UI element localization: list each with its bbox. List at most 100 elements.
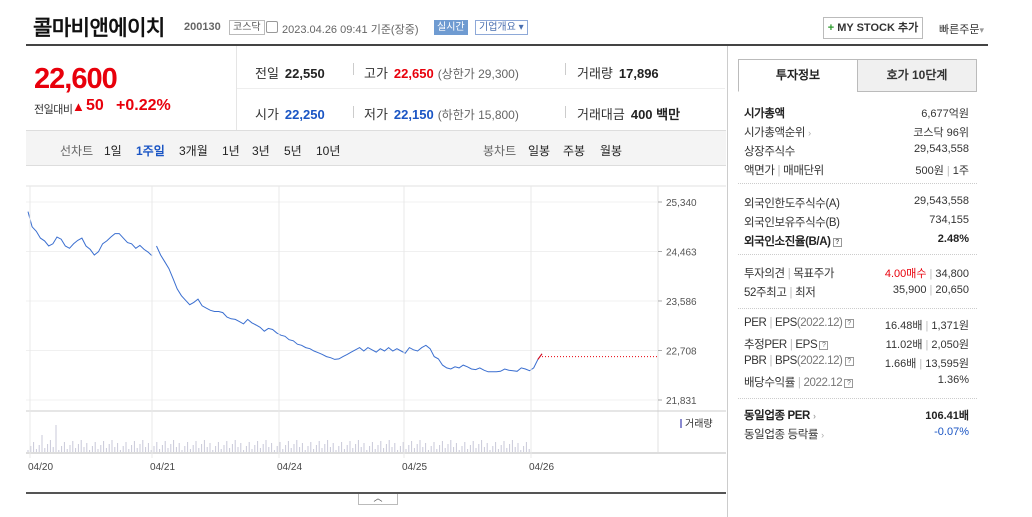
help-icon[interactable]: ? [844, 319, 854, 328]
est-eps-label: EPS [795, 339, 818, 351]
chevron-right-icon: › [821, 430, 824, 440]
chevron-down-icon: ▾ [979, 25, 985, 35]
per-value: 16.48배 [884, 320, 923, 332]
eps-value: 1,371원 [931, 320, 969, 332]
opinion-section: 투자의견 | 목표주가 4.00매수 | 34,800 52주최고 | 최저 35,900 |… [738, 263, 977, 305]
w52-value: 35,900 | 20,650 [892, 284, 969, 296]
divider [565, 63, 566, 75]
industry-rate-value: -0.07% [934, 426, 969, 438]
diff-label: 전일대비 [34, 104, 73, 116]
cap-rank-label: 시가총액순위 [744, 127, 806, 139]
tab-daily[interactable]: 일봉 [528, 142, 550, 159]
tab-1week[interactable]: 1주일 [136, 142, 165, 159]
industry-per-label: 동일업종 PER [744, 410, 810, 422]
per-row: PER | EPS(2022.12)? 16.48배 | 1,371원 [744, 317, 977, 335]
realtime-button[interactable]: 실시간 [434, 20, 468, 35]
per-label-wrap: PER | EPS(2022.12)? [744, 317, 854, 329]
industry-per-link[interactable]: 동일업종 PER › [744, 407, 816, 423]
w52-low-label: 최저 [795, 287, 816, 299]
tab-1year[interactable]: 1년 [222, 142, 240, 159]
cap-rank-link[interactable]: 시가총액순위 › [744, 124, 811, 140]
tab-3month[interactable]: 3개월 [179, 142, 208, 159]
divider [738, 254, 977, 255]
help-icon[interactable]: ? [844, 357, 854, 366]
help-icon[interactable]: ? [832, 238, 842, 247]
est-eps-value: 2,050원 [931, 339, 969, 351]
stock-name: 콜마비앤에이치 [33, 17, 165, 40]
y-tick-label: 22,708 [666, 347, 697, 358]
industry-rate-link[interactable]: 동일업종 등락률 › [744, 426, 824, 442]
trade-amount: 거래대금 400 백만 [577, 104, 680, 123]
stock-header: 콜마비앤에이치 200130 코스닥 2023.04.26 09:41 기준(장… [0, 0, 1032, 44]
stock-code: 200130 [184, 21, 221, 33]
high-label: 고가 [364, 66, 388, 81]
est-per-row: 추정PER | EPS? 11.02배 | 2,050원 [744, 336, 977, 354]
amount-value: 400 백만 [630, 107, 681, 122]
tab-orderbook[interactable]: 호가 10단계 [857, 59, 977, 92]
help-icon[interactable]: ? [819, 341, 829, 350]
w52-row: 52주최고 | 최저 35,900 | 20,650 [744, 284, 977, 302]
divider [738, 308, 977, 309]
divider [738, 183, 977, 184]
corp-info-button[interactable]: 기업개요 ▾ [475, 20, 528, 35]
foreign-section: 외국인한도주식수(A) 29,543,558 외국인보유주식수(B) 734,1… [738, 193, 977, 253]
chevron-down-icon: ▾ [518, 22, 524, 33]
x-tick-label: 04/24 [277, 462, 302, 473]
industry-rate-label: 동일업종 등락률 [744, 429, 819, 441]
open-value: 22,250 [284, 107, 325, 122]
my-stock-add-button[interactable]: + MY STOCK 추가 [823, 17, 923, 39]
tab-3year[interactable]: 3년 [252, 142, 270, 159]
tab-investment-info[interactable]: 투자정보 [738, 59, 858, 92]
price-box: 22,600 전일대비 ▲ 50 +0.22% [26, 46, 236, 130]
face-label: 액면가 [744, 165, 775, 177]
per-label: PER [744, 317, 767, 329]
chevron-right-icon: › [808, 128, 811, 138]
per-value-wrap: 16.48배 | 1,371원 [884, 320, 969, 332]
investment-info-panel: 투자정보 호가 10단계 시가총액 6,677억원 시가총액순위 › 코스닥 96… [727, 46, 988, 517]
divider [738, 398, 977, 399]
low-value: 22,150 [393, 107, 434, 122]
face-row: 액면가 | 매매단위 500원 | 1주 [744, 162, 977, 180]
quick-order-button[interactable]: 빠른주문▾ [939, 21, 984, 37]
volume-legend-swatch [680, 419, 682, 428]
volume-legend-label: 거래량 [685, 418, 713, 430]
valuation-section: PER | EPS(2022.12)? 16.48배 | 1,371원 추정PER | EP… [738, 317, 977, 397]
tab-1day[interactable]: 1일 [104, 142, 122, 159]
price-chart[interactable]: 25,340 24,463 23,586 22,708 21,831 거래량 04/20 04… [26, 166, 726, 492]
est-per-value-wrap: 11.02배 | 2,050원 [885, 339, 969, 351]
price-rate: +0.22% [116, 97, 171, 114]
divider [353, 106, 354, 118]
foreign-ratio-label-wrap: 외국인소진율(B/A)? [744, 233, 842, 249]
volume-label: 거래량 [577, 66, 613, 81]
face-lot-label: 액면가 | 매매단위 [744, 165, 824, 177]
volume-value: 17,896 [618, 66, 659, 81]
lot-value: 1주 [952, 165, 969, 177]
tab-monthly[interactable]: 월봉 [600, 142, 622, 159]
datetime: 2023.04.26 09:41 기준(장중) [282, 24, 419, 36]
chart-period-tabs: 선차트 1일 1주일 3개월 1년 3년 5년 10년 봉차트 일봉 주봉 월봉 [26, 130, 726, 166]
w52-high-label: 52주최고 [744, 287, 787, 299]
low-price: 저가 22,150 (하한가 15,800) [364, 104, 519, 123]
my-stock-label: MY STOCK 추가 [837, 22, 919, 34]
help-icon[interactable]: ? [844, 379, 854, 388]
tab-5year[interactable]: 5년 [284, 142, 302, 159]
foreign-ratio-label: 외국인소진율(B/A) [744, 236, 831, 248]
chevron-up-icon[interactable]: ︿ [358, 494, 398, 505]
calendar-icon [266, 21, 278, 33]
foreign-limit-value: 29,543,558 [913, 195, 969, 207]
divider [353, 63, 354, 75]
shares-label: 상장주식수 [744, 146, 795, 158]
w52-label: 52주최고 | 최저 [744, 287, 816, 299]
prev-close-label: 전일 [255, 66, 279, 81]
dividend-period: 2022.12 [803, 377, 843, 389]
amount-label: 거래대금 [577, 107, 625, 122]
foreign-ratio-value: 2.48% [937, 233, 969, 245]
w52-low-value: 20,650 [935, 284, 969, 296]
plus-icon: + [827, 22, 835, 34]
tab-weekly[interactable]: 주봉 [563, 142, 585, 159]
open-price: 시가 22,250 [255, 104, 325, 123]
corp-info-label: 기업개요 [479, 22, 516, 33]
industry-per-row: 동일업종 PER › 106.41배 [744, 407, 977, 425]
market-badge: 코스닥 [229, 20, 265, 35]
tab-10year[interactable]: 10년 [316, 142, 340, 159]
